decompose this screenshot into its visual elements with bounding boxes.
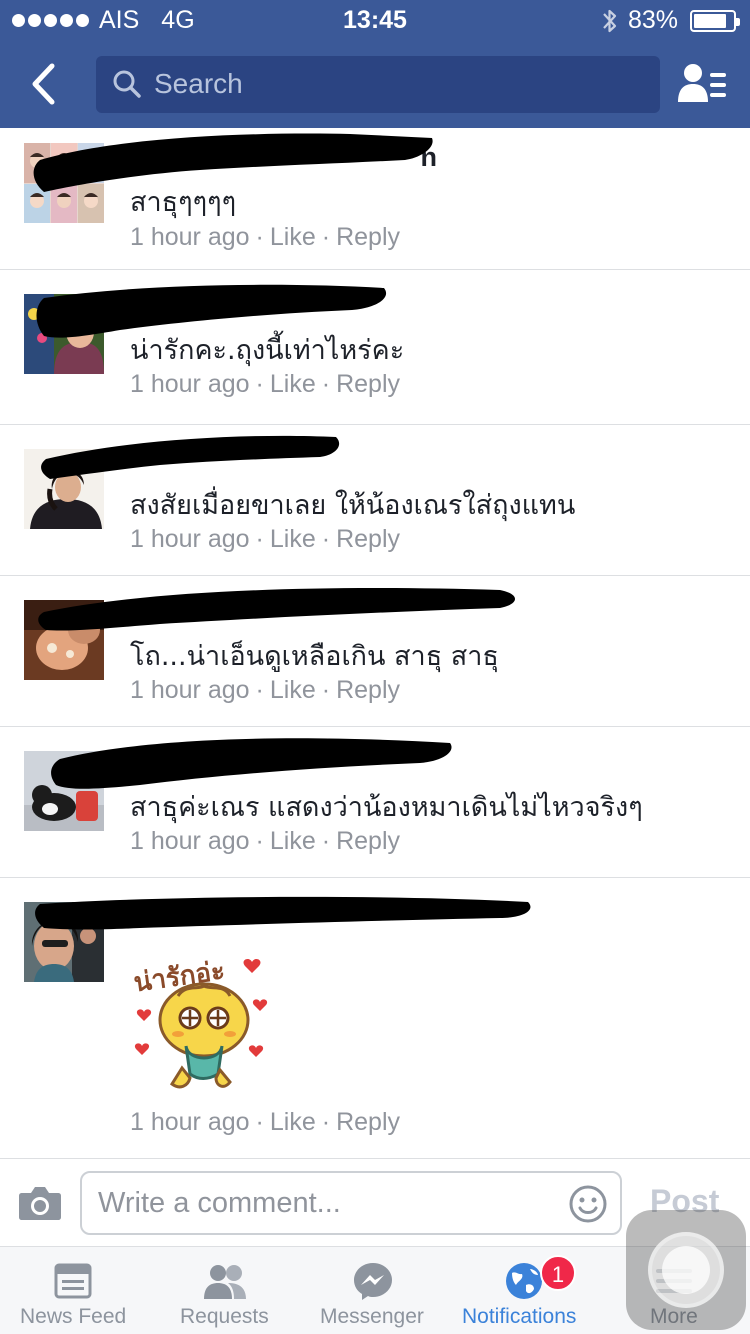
comment-meta: 1 hour ago · Like · Reply xyxy=(130,827,400,856)
comment-item: น่ารักอ่ะ 1 hour ago · Like · Reply xyxy=(0,878,750,1158)
back-chevron-icon[interactable] xyxy=(22,60,70,108)
comment-meta: 1 hour ago · Like · Reply xyxy=(130,525,400,554)
like-button[interactable]: Like xyxy=(270,676,316,704)
comment-item: Sun สาธุๆๆๆๆ 1 hour ago·Like·Reply xyxy=(0,128,750,270)
reply-button[interactable]: Reply xyxy=(336,223,400,251)
meta-separator: · xyxy=(321,1108,331,1136)
tab-requests[interactable]: Requests xyxy=(150,1247,300,1334)
battery-icon xyxy=(690,9,740,32)
messenger-icon xyxy=(354,1263,392,1300)
redaction-mark xyxy=(35,896,531,930)
globe-icon xyxy=(506,1263,542,1299)
assistive-touch-button[interactable] xyxy=(626,1210,746,1330)
comment-meta: 1 hour ago · Like · Reply xyxy=(130,676,400,705)
comment-text: สงสัยเมื่อยขาเลย ให้น้องเณรใส่ถุงแทน xyxy=(130,490,576,521)
requests-icon xyxy=(204,1265,246,1299)
meta-separator: · xyxy=(321,827,331,855)
meta-separator: · xyxy=(255,223,264,251)
comment-item: น่ารักคะ.ถุงนี้เท่าไหร่คะ 1 hour ago · Lik… xyxy=(0,270,750,425)
cute-sticker[interactable]: น่ารักอ่ะ xyxy=(128,950,278,1100)
comment-placeholder: Write a comment... xyxy=(98,1187,341,1219)
bluetooth-icon xyxy=(603,9,617,32)
friend-requests-icon[interactable] xyxy=(676,62,730,106)
like-button[interactable]: Like xyxy=(270,525,316,553)
search-icon xyxy=(113,70,141,98)
meta-separator: · xyxy=(321,370,331,398)
tab-label: Notifications xyxy=(462,1305,577,1328)
comment-meta: 1 hour ago · Like · Reply xyxy=(130,223,400,252)
tab-notifications[interactable]: 1 Notifications xyxy=(450,1247,600,1334)
status-right: 83% xyxy=(600,6,740,35)
emoji-icon[interactable] xyxy=(568,1184,608,1224)
like-button[interactable]: Like xyxy=(270,370,316,398)
camera-icon[interactable] xyxy=(18,1183,62,1221)
meta-separator: · xyxy=(321,676,331,704)
comments-list[interactable]: Sun สาธุๆๆๆๆ 1 hour ago·Like·Reply น่ารั… xyxy=(0,128,750,1158)
nav-bar: Search xyxy=(0,40,750,128)
reply-button[interactable]: Reply xyxy=(336,370,400,398)
reply-button[interactable]: Reply xyxy=(336,827,400,855)
news-feed-icon xyxy=(54,1263,92,1299)
comment-time: 1 hour ago xyxy=(130,370,250,398)
comment-time: 1 hour ago xyxy=(130,223,250,251)
comment-text: สาธุๆๆๆๆ xyxy=(130,187,237,218)
tab-messenger[interactable]: Messenger xyxy=(302,1247,448,1334)
comment-time: 1 hour ago xyxy=(130,827,250,855)
meta-separator: · xyxy=(321,525,331,553)
search-input[interactable]: Search xyxy=(96,56,660,113)
comment-text: น่ารักคะ.ถุงนี้เท่าไหร่คะ xyxy=(130,335,405,366)
comment-text: โถ...น่าเอ็นดูเหลือเกิน สาธุ สาธุ xyxy=(130,641,499,672)
status-bar: AIS 4G 13:45 83% xyxy=(0,0,750,40)
search-placeholder: Search xyxy=(154,68,243,99)
meta-separator: · xyxy=(255,676,264,704)
meta-separator: · xyxy=(255,370,264,398)
battery-level xyxy=(694,13,726,28)
comment-text: สาธุค่ะเณร แสดงว่าน้องหมาเดินไม่ไหวจริงๆ xyxy=(130,792,643,823)
meta-separator: · xyxy=(321,223,331,251)
notification-badge: 1 xyxy=(540,1255,576,1291)
like-button[interactable]: Like xyxy=(270,1108,316,1136)
comment-time: 1 hour ago xyxy=(130,525,250,553)
tab-news-feed[interactable]: News Feed xyxy=(0,1247,146,1334)
meta-separator: · xyxy=(255,827,264,855)
like-button[interactable]: Like xyxy=(270,827,316,855)
comment-meta: 1 hour ago · Like · Reply xyxy=(130,1108,400,1137)
comment-time: 1 hour ago xyxy=(130,1108,250,1136)
comment-item: สาธุค่ะเณร แสดงว่าน้องหมาเดินไม่ไหวจริงๆ… xyxy=(0,727,750,878)
tab-label: News Feed xyxy=(20,1305,127,1328)
comment-meta: 1 hour ago · Like · Reply xyxy=(130,370,400,399)
reply-button[interactable]: Reply xyxy=(336,1108,400,1136)
comment-time: 1 hour ago xyxy=(130,676,250,704)
meta-separator: · xyxy=(255,525,264,553)
reply-button[interactable]: Reply xyxy=(336,525,400,553)
comment-item: สงสัยเมื่อยขาเลย ให้น้องเณรใส่ถุงแทน 1 h… xyxy=(0,425,750,576)
reply-button[interactable]: Reply xyxy=(336,676,400,704)
comment-input[interactable]: Write a comment... xyxy=(80,1171,622,1235)
comment-item: โถ...น่าเอ็นดูเหลือเกิน สาธุ สาธุ 1 hour… xyxy=(0,576,750,727)
like-button[interactable]: Like xyxy=(270,223,316,251)
tab-label: Requests xyxy=(180,1305,269,1328)
tab-label: Messenger xyxy=(320,1305,424,1328)
meta-separator: · xyxy=(255,1108,264,1136)
battery-percent: 83% xyxy=(627,6,678,34)
